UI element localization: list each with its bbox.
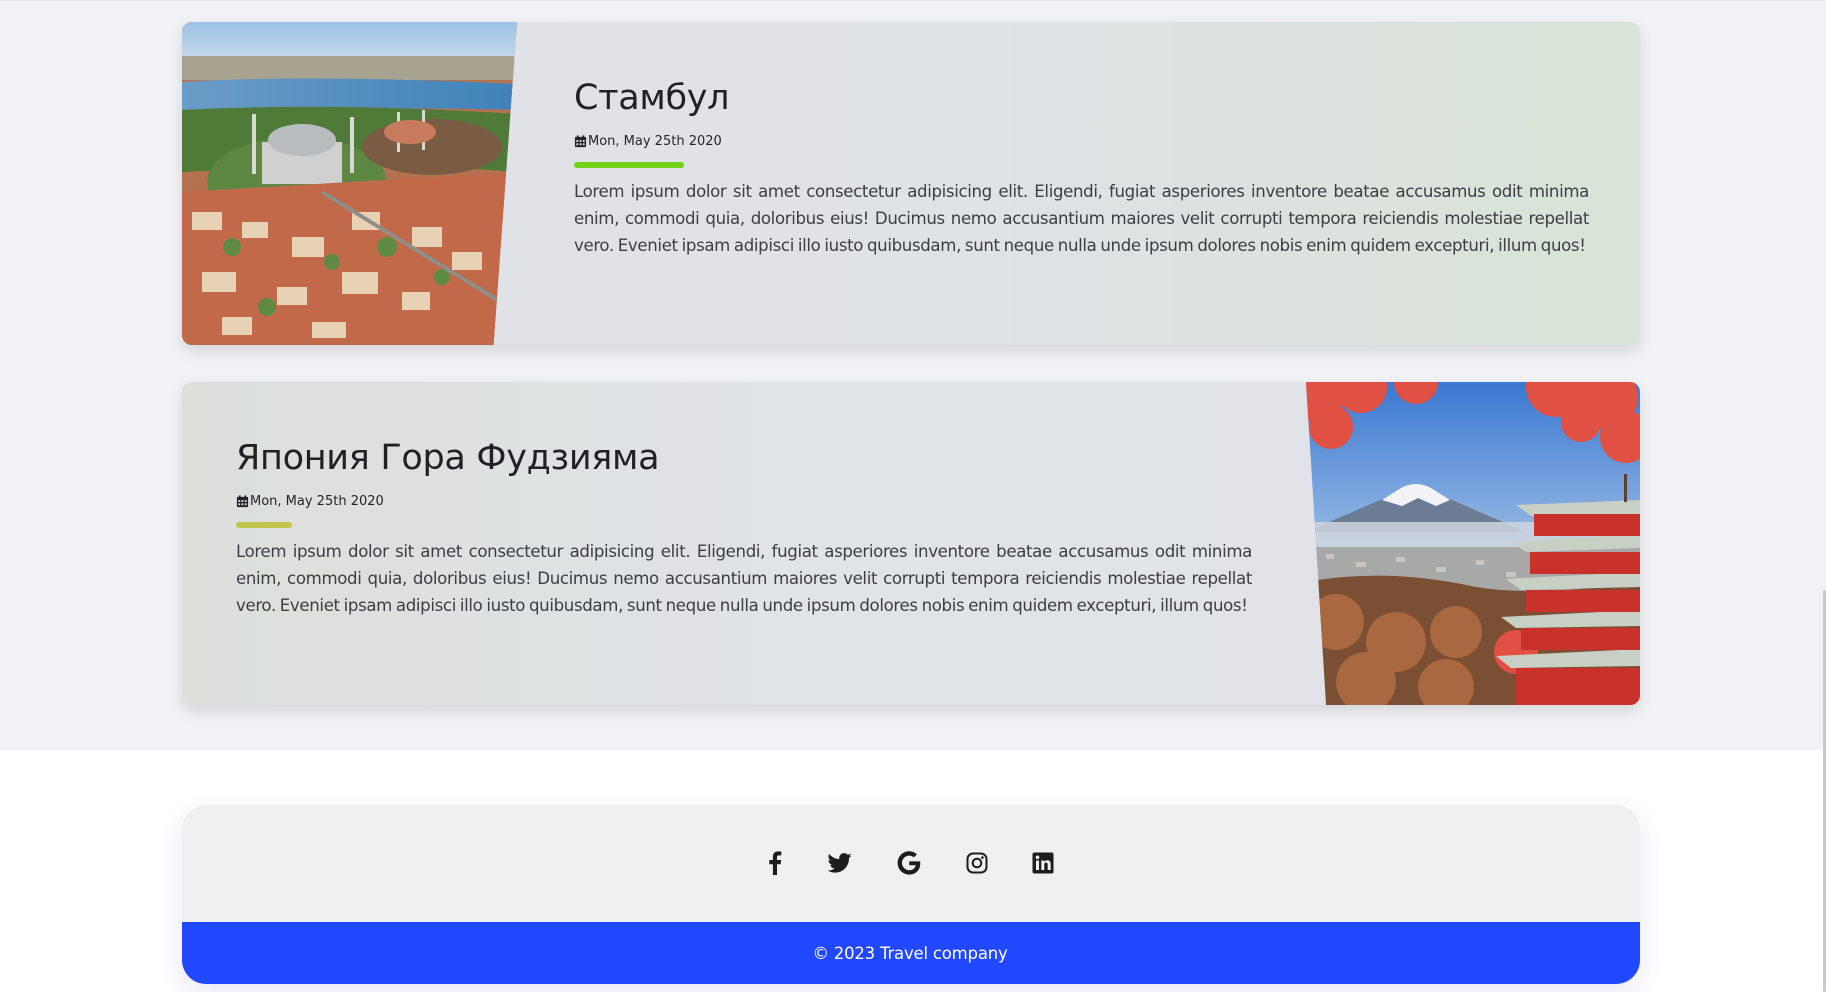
- post-date-text: Mon, May 25th 2020: [588, 133, 722, 149]
- post-card-japan: Япония Гора Фудзияма Mon, May 25th 2020 …: [182, 382, 1640, 705]
- page: Стамбул Mon, May 25th 2020 Lorem ipsum d…: [0, 0, 1826, 992]
- istanbul-photo: [182, 22, 517, 345]
- post-text: Lorem ipsum dolor sit amet consectetur a…: [574, 182, 1589, 255]
- post-title: Япония Гора Фудзияма: [236, 438, 660, 478]
- facebook-icon[interactable]: [762, 850, 788, 876]
- twitter-icon[interactable]: [827, 850, 853, 876]
- post-title: Стамбул: [574, 78, 730, 118]
- social-links: [182, 805, 1640, 922]
- posts-section: Стамбул Mon, May 25th 2020 Lorem ipsum d…: [0, 1, 1826, 750]
- linkedin-icon[interactable]: [1030, 850, 1056, 876]
- post-text: Lorem ipsum dolor sit amet consectetur a…: [236, 542, 1252, 615]
- fuji-image: [1306, 382, 1640, 705]
- istanbul-image: [182, 22, 517, 345]
- instagram-icon[interactable]: [964, 850, 990, 876]
- post-card-istanbul: Стамбул Mon, May 25th 2020 Lorem ipsum d…: [182, 22, 1640, 345]
- footer-bar: © 2023 Travel company: [182, 922, 1640, 984]
- fuji-photo: [1306, 382, 1640, 705]
- post-date: Mon, May 25th 2020: [574, 132, 722, 150]
- calendar-icon: [236, 494, 249, 508]
- footer: © 2023 Travel company: [182, 805, 1640, 984]
- accent-bar: [236, 522, 292, 528]
- post-date-text: Mon, May 25th 2020: [250, 493, 384, 509]
- calendar-icon: [574, 134, 587, 148]
- post-date: Mon, May 25th 2020: [236, 492, 384, 510]
- accent-bar: [574, 162, 684, 168]
- google-icon[interactable]: [896, 850, 922, 876]
- copyright-text: © 2023 Travel company: [812, 943, 1008, 963]
